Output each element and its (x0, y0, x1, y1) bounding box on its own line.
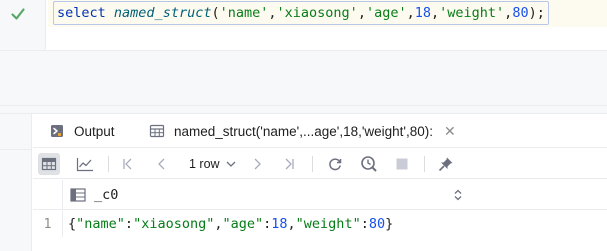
stop-icon (396, 158, 408, 170)
code-line[interactable]: select named_struct('name','xiaosong','a… (48, 0, 607, 27)
reload-button[interactable] (324, 153, 346, 175)
table-row[interactable]: 1 {"name": "xiaosong", "age":18, "weight":8… (33, 211, 607, 237)
sql-arg: 'name' (219, 5, 269, 21)
tab-output-label: Output (74, 123, 115, 139)
json-colon: : (263, 216, 272, 232)
json-key: "age" (222, 216, 264, 232)
close-icon[interactable]: ✕ (444, 123, 456, 140)
column-header[interactable]: _c0 (70, 180, 118, 210)
json-brace: { (68, 216, 77, 232)
sql-editor[interactable]: select named_struct('name','xiaosong','a… (0, 0, 607, 50)
table-icon (149, 124, 165, 138)
divider (0, 149, 32, 150)
json-comma: , (287, 216, 296, 232)
pin-button[interactable] (435, 153, 457, 175)
grid-header: _c0 (33, 180, 607, 210)
services-panel: Output named_struct('name',...age',18,'w… (0, 113, 607, 251)
result-toolbar: 1 row (33, 149, 607, 179)
divider (108, 156, 109, 172)
comma: , (431, 5, 440, 21)
tab-query-result[interactable]: named_struct('name',...age',18,'weight',… (149, 114, 456, 148)
sort-icon[interactable] (453, 188, 463, 202)
tab-output[interactable]: Output (49, 114, 115, 148)
chart-view-button[interactable] (74, 153, 96, 175)
rows-label: 1 row (189, 157, 220, 171)
editor-empty-area (0, 50, 607, 105)
sql-statement[interactable]: select named_struct('name','xiaosong','a… (53, 1, 549, 25)
comma: , (406, 5, 415, 21)
sql-arg: 80 (512, 5, 529, 21)
column-label: _c0 (94, 187, 119, 203)
json-colon: : (124, 216, 134, 232)
pin-icon (438, 157, 453, 172)
grid-corner[interactable] (33, 180, 63, 210)
history-icon (361, 156, 377, 172)
last-page-icon (285, 158, 294, 170)
comma: , (268, 5, 277, 21)
tab-result-label: named_struct('name',...age',18,'weight',… (174, 123, 434, 139)
rows-dropdown[interactable]: 1 row (189, 153, 236, 175)
table-view-icon (41, 157, 57, 171)
column-icon (70, 188, 86, 202)
json-comma: , (214, 216, 223, 232)
table-view-button[interactable] (38, 153, 60, 175)
chevron-down-icon (226, 161, 236, 167)
close-paren: ); (528, 5, 545, 21)
next-page-icon (254, 158, 261, 170)
divider (312, 156, 313, 172)
json-value: 18 (271, 216, 288, 232)
comma: , (357, 5, 366, 21)
previous-page-button[interactable] (151, 153, 173, 175)
json-key: "name" (76, 216, 125, 232)
sql-keyword: select (57, 5, 106, 21)
json-value: "xiaosong" (133, 216, 215, 232)
sql-arg: 'xiaosong' (276, 5, 358, 21)
history-button[interactable] (358, 153, 380, 175)
panel-splitter[interactable] (0, 105, 607, 113)
divider (424, 156, 425, 172)
json-brace: } (385, 216, 394, 232)
json-key: "weight" (295, 216, 361, 232)
sql-arg: 18 (414, 5, 431, 21)
output-icon (51, 125, 63, 137)
row-number: 1 (33, 211, 63, 237)
json-colon: : (360, 216, 369, 232)
json-value: 80 (368, 216, 386, 232)
sql-arg: 'weight' (439, 5, 505, 21)
first-page-icon (123, 158, 132, 170)
next-page-button[interactable] (246, 153, 268, 175)
reload-icon (329, 158, 342, 171)
table-cell[interactable]: {"name": "xiaosong", "age":18, "weight":80} (68, 211, 393, 237)
editor-gutter (0, 0, 46, 50)
sql-function: named_struct (113, 5, 212, 21)
first-page-button[interactable] (117, 153, 139, 175)
chart-view-icon (76, 158, 93, 172)
stop-button[interactable] (391, 153, 413, 175)
result-tabs: Output named_struct('name',...age',18,'w… (33, 114, 607, 148)
previous-page-icon (158, 158, 165, 170)
sql-arg: 'age' (365, 5, 407, 21)
panel-side-strip (0, 114, 32, 251)
open-paren: ( (211, 5, 220, 21)
check-icon (11, 8, 25, 20)
last-page-button[interactable] (278, 153, 300, 175)
